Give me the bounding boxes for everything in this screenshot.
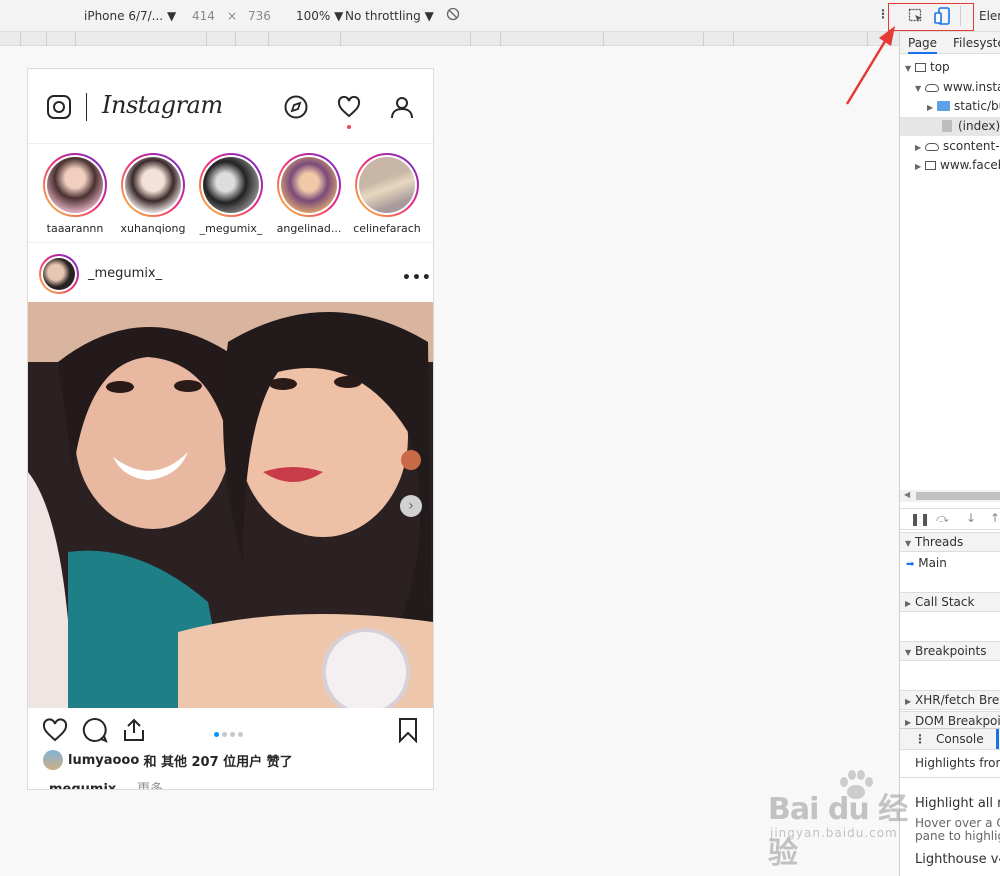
scrollbar-thumb[interactable]	[916, 492, 1000, 500]
tree-item-index[interactable]: (index)	[900, 117, 1000, 136]
frame-icon	[915, 63, 926, 72]
tree-item-static[interactable]: ▶static/bu	[900, 97, 1000, 116]
tree-item-top[interactable]: ▼ top	[900, 58, 1000, 77]
highlight-all-title: Highlight all r	[915, 796, 1000, 811]
tree-item-scontent[interactable]: ▶scontent-h	[900, 137, 1000, 156]
baidu-watermark: Bai du 经验 jingyan.baidu.com	[768, 770, 918, 871]
caption-username[interactable]: megumix	[49, 782, 116, 789]
ruler	[0, 32, 900, 46]
hover-description-2: pane to highlig	[915, 829, 1000, 843]
dimension-separator: ×	[227, 9, 238, 23]
current-thread-arrow-icon: ➡	[906, 559, 915, 570]
width-field[interactable]: 414	[192, 9, 215, 23]
story-item[interactable]: xuhanqiong	[117, 153, 189, 235]
drawer-tabs: ⋮ Console	[900, 728, 1000, 750]
post-username[interactable]: _megumix_	[88, 266, 162, 281]
tree-item-facebook[interactable]: ▶www.facebo	[900, 156, 1000, 175]
likes-line: lumyaooo 和 其他 207 位用户 赞了	[43, 750, 293, 770]
pause-icon[interactable]: ❚❚	[910, 512, 930, 526]
carousel-dots	[214, 722, 246, 741]
explore-compass-icon[interactable]	[284, 95, 308, 119]
horizontal-scrollbar[interactable]: ◀	[900, 490, 1000, 502]
instagram-wordmark[interactable]: Instagram	[102, 91, 223, 119]
zoom-select[interactable]: 100% ▼	[296, 9, 343, 23]
scroll-left-icon[interactable]: ◀	[904, 490, 910, 499]
caption-more-link[interactable]: ... 更多	[120, 782, 163, 789]
story-item[interactable]: angelinad...	[273, 153, 345, 235]
thread-main[interactable]: ➡ Main	[900, 553, 1000, 575]
story-item[interactable]: taaarannn	[39, 153, 111, 235]
instagram-header: Instagram	[28, 69, 433, 144]
tab-console[interactable]: Console	[936, 729, 984, 749]
throttle-select[interactable]: No throttling ▼	[345, 9, 434, 23]
device-select[interactable]: iPhone 6/7/... ▼	[84, 9, 176, 23]
debugger-controls: ❚❚ ⤼ ↓ ↑	[900, 508, 1000, 530]
activity-heart-icon[interactable]	[337, 95, 361, 119]
share-icon[interactable]	[121, 717, 147, 743]
instagram-camera-icon[interactable]	[47, 95, 71, 119]
post-actions	[28, 709, 433, 749]
file-icon	[942, 120, 952, 132]
step-into-icon[interactable]: ↓	[966, 511, 976, 525]
post-header: _megumix_ •••	[28, 244, 433, 302]
story-item[interactable]: _megumix_	[195, 153, 267, 235]
annotation-highlight-box	[888, 3, 974, 31]
xhr-breakpoints-section[interactable]: ▶XHR/fetch Break	[900, 690, 1000, 710]
phone-viewport: Instagram taaarannn xuhanqiong _megumix_	[27, 68, 434, 790]
lighthouse-title: Lighthouse v4	[915, 852, 1000, 867]
frame-icon	[925, 161, 936, 170]
drawer-menu-icon[interactable]: ⋮	[914, 729, 926, 749]
more-options-icon[interactable]: •••	[402, 270, 432, 286]
story-item[interactable]: celinefarach	[351, 153, 423, 235]
breakpoints-section[interactable]: ▼ Breakpoints	[900, 641, 1000, 661]
bookmark-icon[interactable]	[395, 717, 421, 743]
tab-page[interactable]: Page	[908, 36, 938, 54]
threads-section[interactable]: ▼ Threads	[900, 532, 1000, 552]
post-avatar[interactable]	[39, 254, 79, 294]
navigator-tabs: Page Filesyster	[900, 32, 1000, 54]
cloud-icon	[925, 84, 939, 92]
post-photo[interactable]: ›	[28, 302, 433, 708]
post-caption: megumix ... 更多	[49, 778, 163, 789]
tab-elements[interactable]: Elem	[979, 9, 1000, 23]
rotate-icon[interactable]	[446, 7, 460, 24]
stories-bar: taaarannn xuhanqiong _megumix_ angelinad…	[28, 145, 433, 243]
tab-filesystem[interactable]: Filesyster	[953, 36, 1000, 50]
step-out-icon[interactable]: ↑	[990, 511, 1000, 525]
carousel-next-button[interactable]: ›	[400, 495, 422, 517]
logo-divider	[86, 93, 87, 121]
annotation-arrow	[845, 26, 895, 105]
tree-item-instagram[interactable]: ▼www.instag	[900, 78, 1000, 97]
liker-username[interactable]: lumyaooo	[68, 753, 139, 768]
likes-count-text[interactable]: 和 其他 207 位用户 赞了	[143, 751, 292, 770]
like-heart-icon[interactable]	[42, 717, 68, 743]
highlights-header: Highlights from	[915, 756, 1000, 770]
profile-icon[interactable]	[390, 95, 414, 119]
liker-avatar[interactable]	[43, 750, 63, 770]
notification-dot	[347, 125, 351, 129]
dom-breakpoints-section[interactable]: ▶ DOM Breakpoin	[900, 711, 1000, 729]
hover-description-1: Hover over a C	[915, 816, 1000, 830]
selfie-photo	[28, 302, 433, 708]
comment-icon[interactable]	[82, 717, 108, 743]
folder-icon	[937, 101, 950, 111]
devtools-sources-panel: Page Filesyster ▼top ▼www.instag ▶static…	[899, 32, 1000, 876]
watermark-url: jingyan.baidu.com	[770, 826, 898, 840]
active-drawer-tab-indicator	[996, 729, 999, 749]
device-toolbar: iPhone 6/7/... ▼ 414 × 736 100% ▼ No thr…	[0, 0, 900, 32]
cloud-icon	[925, 143, 939, 151]
height-field[interactable]: 736	[248, 9, 271, 23]
step-over-icon[interactable]: ⤼	[936, 511, 949, 526]
call-stack-section[interactable]: ▶ Call Stack	[900, 592, 1000, 612]
